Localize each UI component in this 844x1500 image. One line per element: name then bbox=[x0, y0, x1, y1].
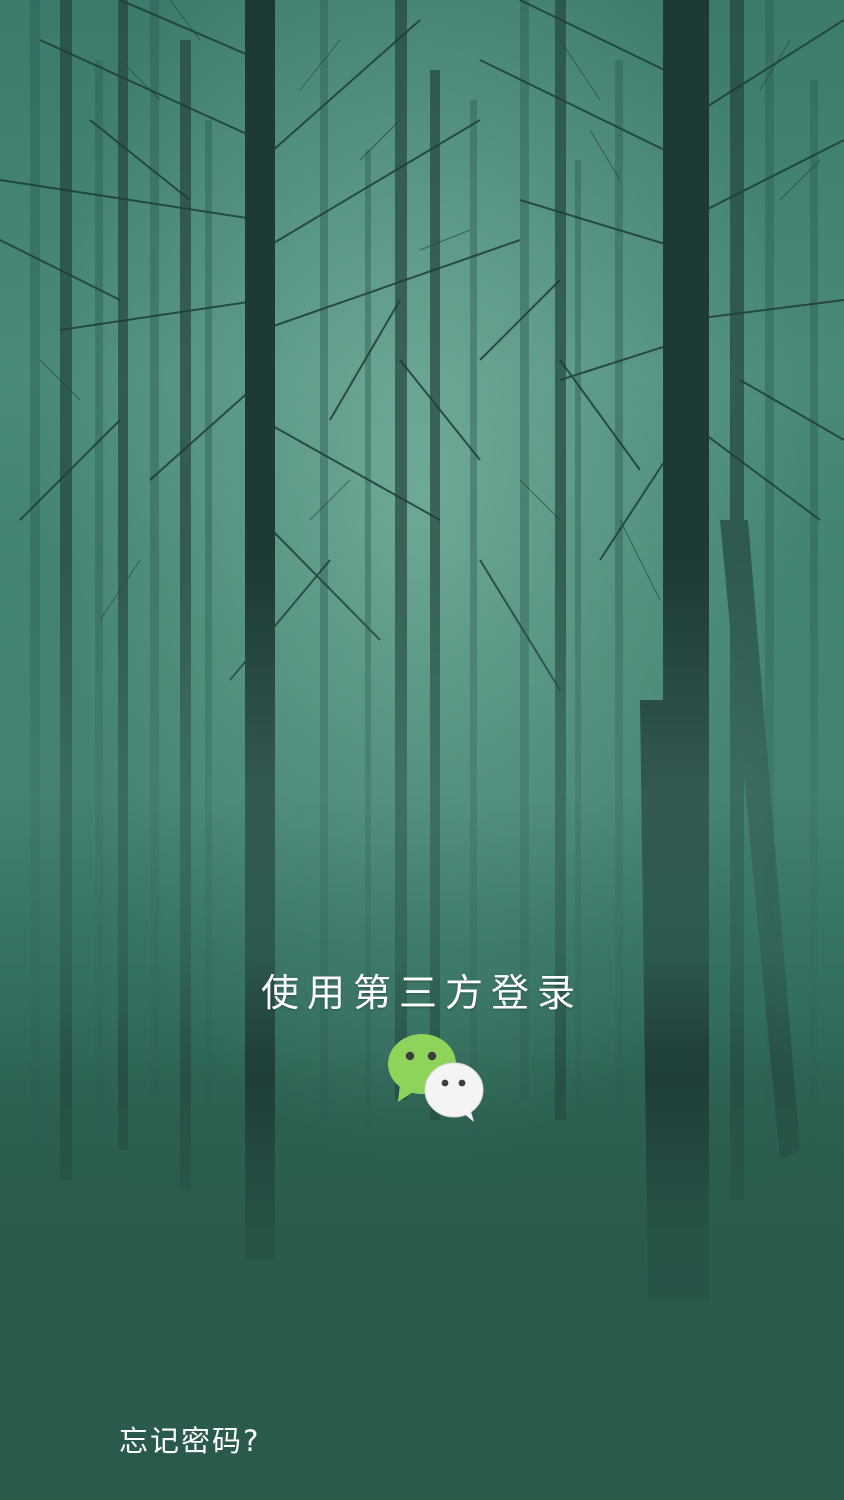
wechat-icon bbox=[388, 1034, 484, 1122]
forest-background-image bbox=[0, 0, 844, 1500]
wechat-login-button[interactable] bbox=[386, 1032, 486, 1124]
third-party-login-title: 使用第三方登录 bbox=[260, 971, 583, 1015]
forgot-password-link[interactable]: 忘记密码? bbox=[119, 1418, 260, 1460]
login-screen: 使用第三方登录 忘记密码? bbox=[0, 0, 844, 1500]
